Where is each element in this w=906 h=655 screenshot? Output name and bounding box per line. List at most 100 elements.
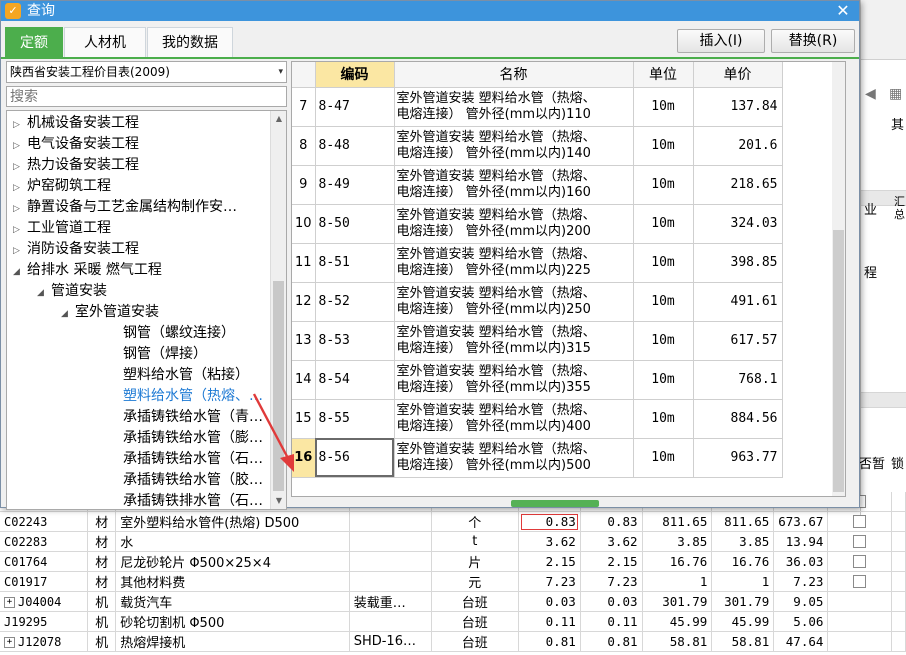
expanded-triangle-icon[interactable]: ◢ [61,304,75,325]
resource-spec[interactable] [349,611,432,632]
tree-item[interactable]: ▷ 静置设备与工艺金属结构制作安… [13,197,237,218]
resource-name[interactable]: 室外塑料给水管件(热熔) D500 [115,511,350,532]
resource-name[interactable]: 尼龙砂轮片 Φ500×25×4 [115,551,350,572]
collapsed-triangle-icon[interactable]: ▷ [13,220,27,241]
expand-plus-icon[interactable]: + [4,636,15,648]
quota-unit[interactable]: 10m [633,165,694,205]
resource-price-2[interactable]: 16.76 [711,551,775,572]
resource-check-cell[interactable] [827,531,892,552]
resource-quantity[interactable]: 0.83 [518,511,581,532]
resource-quantity[interactable]: 3.62 [518,531,581,552]
header-price[interactable]: 单价 [693,62,783,88]
tree-item[interactable]: ◢ 室外管道安装 [61,302,159,323]
header-code[interactable]: 编码 [315,62,395,88]
resource-price[interactable]: 45.99 [642,611,713,632]
quota-name[interactable]: 室外管道安装 塑料给水管（热熔、 电熔连接） 管外径(mm以内)140 [394,126,634,166]
resource-price-2[interactable]: 811.65 [711,511,775,532]
tree-item[interactable]: ▷ 电气设备安装工程 [13,134,139,155]
resource-name[interactable]: 其他材料费 [115,571,350,592]
resource-name[interactable]: 水 [115,531,350,552]
resource-name[interactable]: 载货汽车 [115,591,350,612]
grid-scrollbar[interactable] [832,62,845,496]
resource-price-2[interactable]: 3.85 [711,531,775,552]
tree-item[interactable]: ▷ 炉窑砌筑工程 [13,176,111,197]
resource-price[interactable]: 811.65 [642,511,713,532]
quota-price[interactable]: 617.57 [693,321,783,361]
resource-row[interactable]: + J12078 机热熔焊接机 SHD-16… 台班 0.81 0.81 58.81 58.81… [0,631,906,652]
checkbox[interactable] [853,515,867,528]
resource-quantity-2[interactable]: 0.83 [580,511,643,532]
tree-item[interactable]: ▷ 消防设备安装工程 [13,239,139,260]
resource-code-cell[interactable]: C02283 [0,531,89,552]
collapsed-triangle-icon[interactable]: ▷ [13,178,27,199]
quota-price[interactable]: 491.61 [693,282,783,322]
resource-row[interactable]: C02283 材水 t 3.62 3.62 3.85 3.85 13.94 [0,531,906,552]
header-name[interactable]: 名称 [394,62,634,88]
resource-quantity[interactable]: 0.03 [518,591,581,612]
resource-quantity[interactable]: 0.11 [518,611,581,632]
quota-code[interactable]: 8-55 [315,399,395,439]
tree-item[interactable]: 钢管（螺纹连接） [109,323,235,344]
quota-name[interactable]: 室外管道安装 塑料给水管（热熔、 电熔连接） 管外径(mm以内)250 [394,282,634,322]
resource-quantity-2[interactable]: 0.81 [580,631,643,652]
quota-name[interactable]: 室外管道安装 塑料给水管（热熔、 电熔连接） 管外径(mm以内)315 [394,321,634,361]
resource-check-cell[interactable] [827,571,892,592]
tab-quota[interactable]: 定额 [5,27,63,57]
tree-item[interactable]: 塑料给水管（粘接） [109,365,249,386]
tree-item[interactable]: 承插铸铁给水管（膨… [109,428,263,449]
resource-check-cell[interactable] [827,591,892,612]
resource-price[interactable]: 1 [642,571,713,592]
quota-code[interactable]: 8-53 [315,321,395,361]
expand-plus-icon[interactable]: + [4,596,15,608]
resource-row[interactable]: C01764 材尼龙砂轮片 Φ500×25×4 片 2.15 2.15 16.76 16.7… [0,551,906,572]
tree-item[interactable]: 承插铸铁排水管（石… [109,491,263,509]
grid-scroll-thumb[interactable] [833,230,844,492]
resource-row[interactable]: J19295 机砂轮切割机 Φ500 台班 0.11 0.11 45.99 45.99 5.0… [0,611,906,632]
tree-item[interactable]: ◢ 管道安装 [37,281,107,302]
scroll-up-icon[interactable]: ▲ [271,111,286,127]
tree-item[interactable]: ▷ 工业管道工程 [13,218,111,239]
collapsed-triangle-icon[interactable]: ▷ [13,136,27,157]
tree-item[interactable]: ▷ 机械设备安装工程 [13,113,139,134]
resource-row[interactable]: C01917 材其他材料费元 7.23 7.23 1 1 7.23 [0,571,906,592]
quota-unit[interactable]: 10m [633,87,694,127]
grid-row[interactable]: 11 8-51 室外管道安装 塑料给水管（热熔、 电熔连接） 管外径(mm以内)225… [292,243,783,283]
collapsed-triangle-icon[interactable]: ▷ [13,115,27,136]
resource-quantity-2[interactable]: 3.62 [580,531,643,552]
resource-quantity-2[interactable]: 7.23 [580,571,643,592]
resource-code-cell[interactable]: C02243 [0,511,89,532]
quota-price[interactable]: 137.84 [693,87,783,127]
resource-spec[interactable]: SHD-16… [349,631,432,652]
collapsed-triangle-icon[interactable]: ▷ [13,199,27,220]
grid-row[interactable]: 15 8-55 室外管道安装 塑料给水管（热熔、 电熔连接） 管外径(mm以内)400… [292,399,783,439]
resource-code-cell[interactable]: + J12078 [0,631,89,652]
tab-my-data[interactable]: 我的数据 [147,27,233,57]
resource-row[interactable]: + J04004 机载货汽车 装载重… 台班 0.03 0.03 301.79 301.79 9.… [0,591,906,612]
resource-spec[interactable]: 装载重… [349,591,432,612]
resource-price-2[interactable]: 58.81 [711,631,775,652]
resource-code-cell[interactable]: J19295 [0,611,89,632]
tree-item[interactable]: 承插铸铁给水管（胶… [109,470,263,491]
resource-quantity-2[interactable]: 0.03 [580,591,643,612]
header-unit[interactable]: 单位 [633,62,694,88]
tree-item[interactable]: 塑料给水管（热熔、… [109,386,263,407]
splitter-handle[interactable] [511,500,599,507]
quota-price[interactable]: 218.65 [693,165,783,205]
quota-unit[interactable]: 10m [633,438,694,478]
tree-item[interactable]: 钢管（焊接） [109,344,207,365]
scroll-down-icon[interactable]: ▼ [271,493,286,509]
resource-price-2[interactable]: 1 [711,571,775,592]
quota-code[interactable]: 8-56 [315,438,395,478]
resource-spec[interactable] [349,551,432,572]
resource-name[interactable]: 砂轮切割机 Φ500 [115,611,350,632]
checkbox[interactable] [853,575,867,588]
grid-row[interactable]: 10 8-50 室外管道安装 塑料给水管（热熔、 电熔连接） 管外径(mm以内)200… [292,204,783,244]
resource-price[interactable]: 16.76 [642,551,713,572]
resource-spec[interactable] [349,531,432,552]
grid-row[interactable]: 7 8-47 室外管道安装 塑料给水管（热熔、 电熔连接） 管外径(mm以内)110 1… [292,87,783,127]
tree-item[interactable]: 承插铸铁给水管（青… [109,407,263,428]
expanded-triangle-icon[interactable]: ◢ [37,283,51,304]
quota-name[interactable]: 室外管道安装 塑料给水管（热熔、 电熔连接） 管外径(mm以内)110 [394,87,634,127]
quota-unit[interactable]: 10m [633,360,694,400]
quota-code[interactable]: 8-50 [315,204,395,244]
